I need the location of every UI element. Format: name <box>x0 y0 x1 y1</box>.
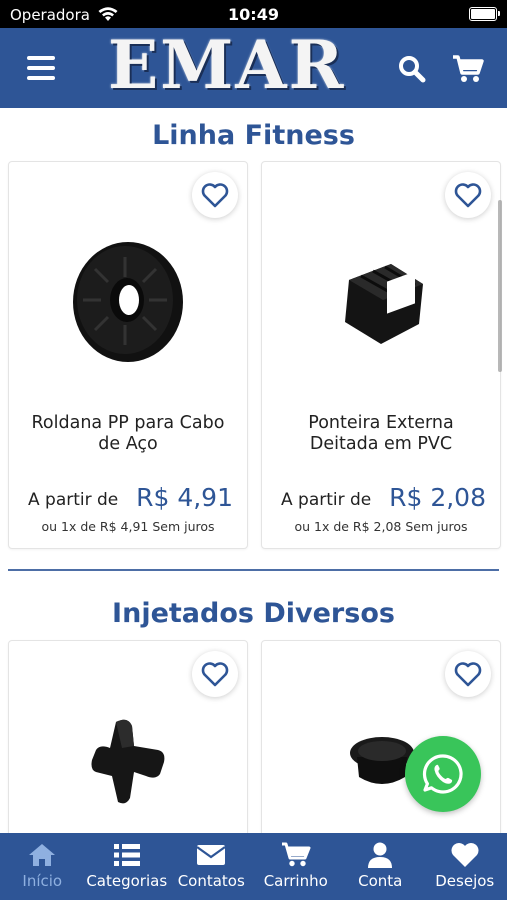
product-card[interactable] <box>8 640 248 833</box>
whatsapp-button[interactable] <box>405 736 481 812</box>
product-image[interactable] <box>9 681 247 833</box>
cart-icon[interactable] <box>452 54 484 84</box>
product-card[interactable]: Ponteira Externa Deitada em PVC A partir… <box>261 161 501 549</box>
installment-text: ou 1x de R$ 2,08 Sem juros <box>294 519 468 534</box>
envelope-icon <box>196 845 226 865</box>
tab-label: Desejos <box>435 872 495 890</box>
section-title-injetados-diversos: Injetados Diversos <box>112 598 395 629</box>
cart-icon <box>281 842 311 867</box>
app-header: EMAR <box>0 28 507 108</box>
product-image[interactable] <box>262 202 500 402</box>
end-cap-image <box>345 264 423 344</box>
tab-inicio[interactable]: Início <box>0 833 85 900</box>
price-prefix: A partir de <box>28 490 119 510</box>
tab-label: Início <box>22 872 63 890</box>
menu-icon-bar <box>27 66 55 70</box>
tab-categorias[interactable]: Categorias <box>85 833 170 900</box>
tab-carrinho[interactable]: Carrinho <box>254 833 339 900</box>
price-prefix: A partir de <box>281 490 372 510</box>
tab-conta[interactable]: Conta <box>338 833 423 900</box>
user-icon <box>368 842 393 868</box>
menu-icon-bar <box>27 76 55 80</box>
scrollbar[interactable] <box>498 200 502 372</box>
tab-contatos[interactable]: Contatos <box>169 833 254 900</box>
home-content[interactable]: Linha Fitness Roldana PP para Cabo de Aç… <box>0 108 507 833</box>
tab-label: Categorias <box>86 872 168 890</box>
product-name[interactable]: Roldana PP para Cabo de Aço <box>19 413 237 455</box>
heart-icon <box>451 843 479 867</box>
knob-image <box>91 719 165 804</box>
pulley-image <box>73 242 183 362</box>
product-image[interactable] <box>9 202 247 402</box>
list-icon <box>113 844 140 866</box>
section-divider <box>8 569 499 571</box>
installment-text: ou 1x de R$ 4,91 Sem juros <box>41 519 215 534</box>
search-icon[interactable] <box>397 54 427 84</box>
tab-label: Carrinho <box>263 872 328 890</box>
section-title-linha-fitness: Linha Fitness <box>152 120 355 151</box>
tab-label: Conta <box>358 872 403 890</box>
menu-button[interactable] <box>27 56 55 80</box>
brand-logo[interactable]: EMAR <box>108 32 345 98</box>
status-bar: Operadora 10:49 <box>0 0 507 28</box>
menu-icon-bar <box>27 56 55 60</box>
product-price: R$ 2,08 <box>389 483 486 512</box>
battery-icon <box>469 7 500 21</box>
product-price: R$ 4,91 <box>136 483 233 512</box>
home-icon <box>29 844 56 866</box>
tab-desejos[interactable]: Desejos <box>423 833 507 900</box>
clock: 10:49 <box>228 5 279 24</box>
product-name[interactable]: Ponteira Externa Deitada em PVC <box>272 413 490 455</box>
product-card[interactable]: Roldana PP para Cabo de Aço A partir de … <box>8 161 248 549</box>
tab-label: Contatos <box>177 872 245 890</box>
whatsapp-icon <box>422 754 463 794</box>
bottom-tab-bar: Início Categorias Contatos Carrinho Cont… <box>0 833 507 900</box>
